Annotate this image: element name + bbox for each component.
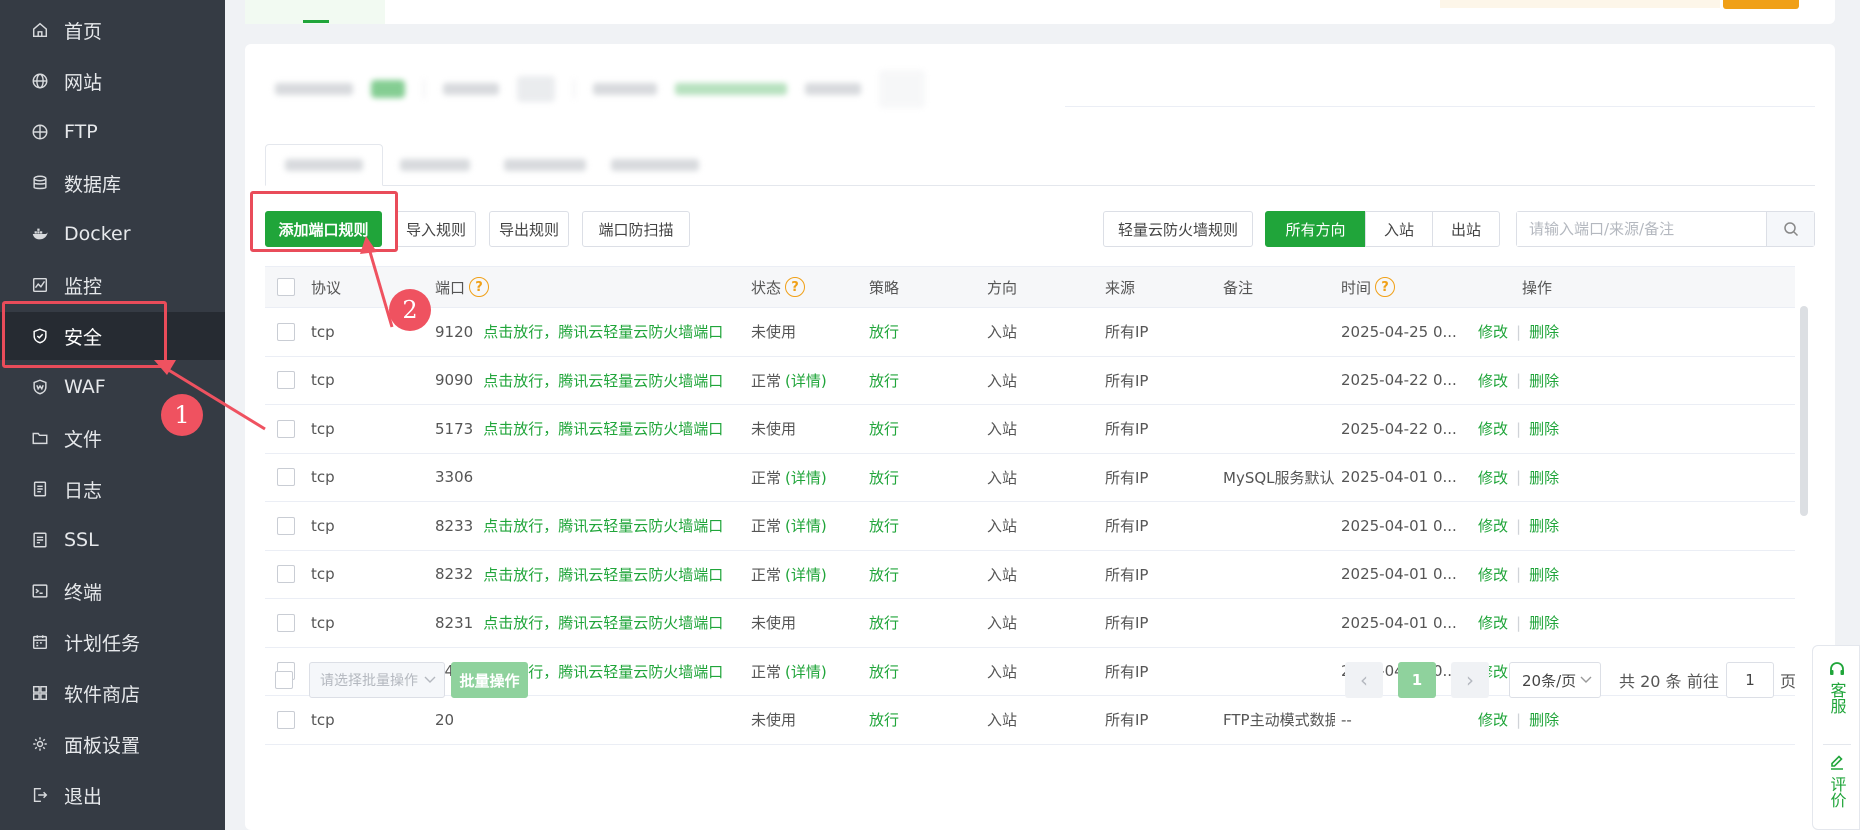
review-label: 评价 (1827, 776, 1847, 808)
annotation-arrowhead-2 (360, 236, 377, 254)
annotation-badge-1: 1 (161, 394, 203, 436)
customer-service-label: 客服 (1827, 682, 1847, 714)
annotation-arrow-2 (366, 244, 394, 328)
annotation-arrows (154, 236, 394, 431)
floating-support-panel: 客服 评价 (1812, 645, 1860, 830)
edit-icon (1831, 755, 1843, 770)
headset-icon (1830, 662, 1844, 675)
divider (1823, 744, 1851, 745)
annotation-badge-2: 2 (389, 289, 431, 331)
customer-service-button[interactable]: 客服 (1813, 660, 1860, 714)
review-button[interactable]: 评价 (1813, 754, 1860, 808)
